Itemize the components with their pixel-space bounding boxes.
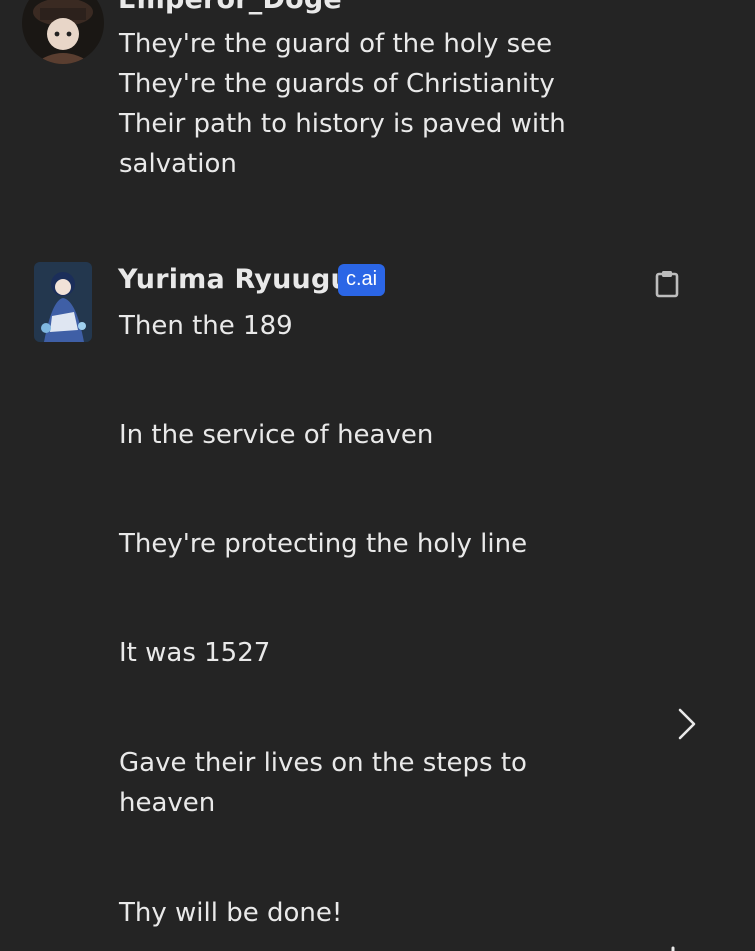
user-avatar-icon xyxy=(22,0,104,64)
message-line: Thy will be done! xyxy=(119,898,343,928)
clipboard-icon-graphic xyxy=(655,271,679,298)
message-line: salvation xyxy=(119,149,237,179)
message-line: It was 1527 xyxy=(119,638,271,668)
bot-avatar[interactable] xyxy=(34,262,92,342)
scroll-indicator-graphic xyxy=(671,946,675,951)
message-line: Gave their lives on the steps to xyxy=(119,748,527,778)
message-line: They're the guard of the holy see xyxy=(119,29,553,59)
bot-avatar-icon xyxy=(34,262,92,342)
message-line: They're protecting the holy line xyxy=(119,529,528,559)
message-line: Then the 189 xyxy=(119,311,293,341)
clipboard-icon[interactable] xyxy=(654,270,680,298)
user-avatar[interactable] xyxy=(22,0,104,64)
message-line: Their path to history is paved with xyxy=(119,109,566,139)
chevron-right-icon-graphic xyxy=(678,708,696,740)
message-line: They're the guards of Christianity xyxy=(119,69,555,99)
message-author: Emperor_Doge xyxy=(118,0,342,15)
message-line: heaven xyxy=(119,788,216,818)
chevron-right-icon[interactable] xyxy=(672,704,702,744)
scroll-indicator xyxy=(664,941,682,951)
ai-badge: c.ai xyxy=(338,264,386,296)
message-author: Yurima Ryuugu xyxy=(118,264,350,295)
message-line: In the service of heaven xyxy=(119,420,434,450)
